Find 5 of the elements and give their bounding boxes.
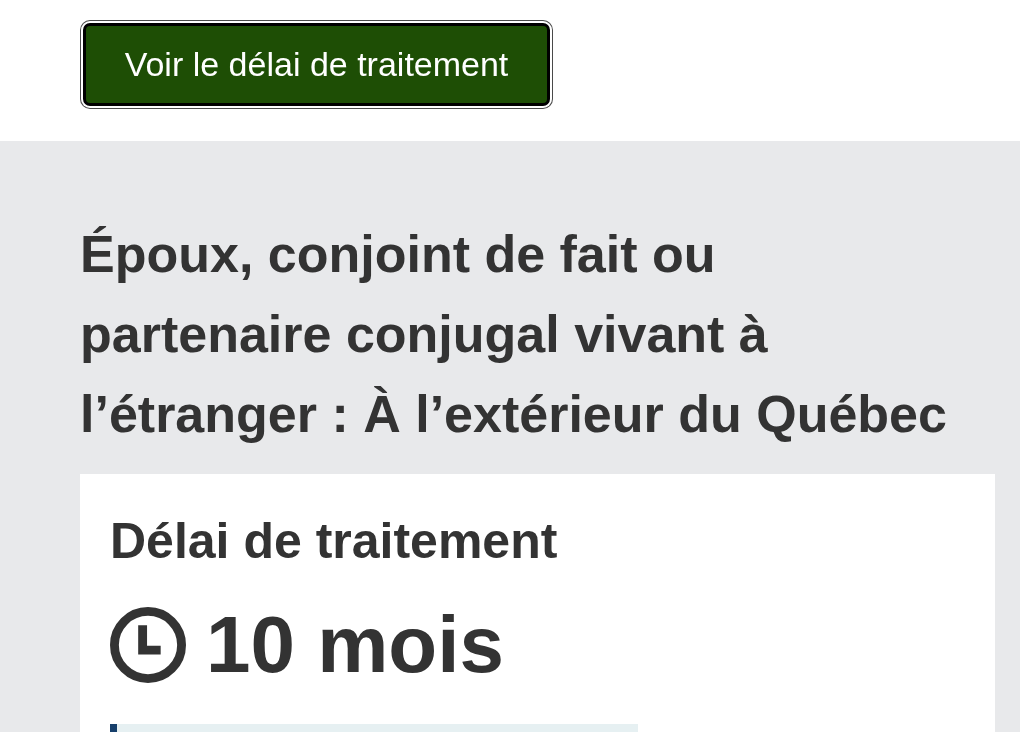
duration-value: 10 mois: [206, 600, 504, 690]
page-heading: Époux, conjoint de fait ou partenaire conjugal vivant à l’étranger : À l’extérieur du Québec: [80, 224, 948, 445]
clock-icon: [110, 607, 186, 683]
card-title: Délai de traitement: [110, 512, 559, 571]
view-processing-time-button[interactable]: Voir le délai de traitement: [83, 23, 550, 106]
